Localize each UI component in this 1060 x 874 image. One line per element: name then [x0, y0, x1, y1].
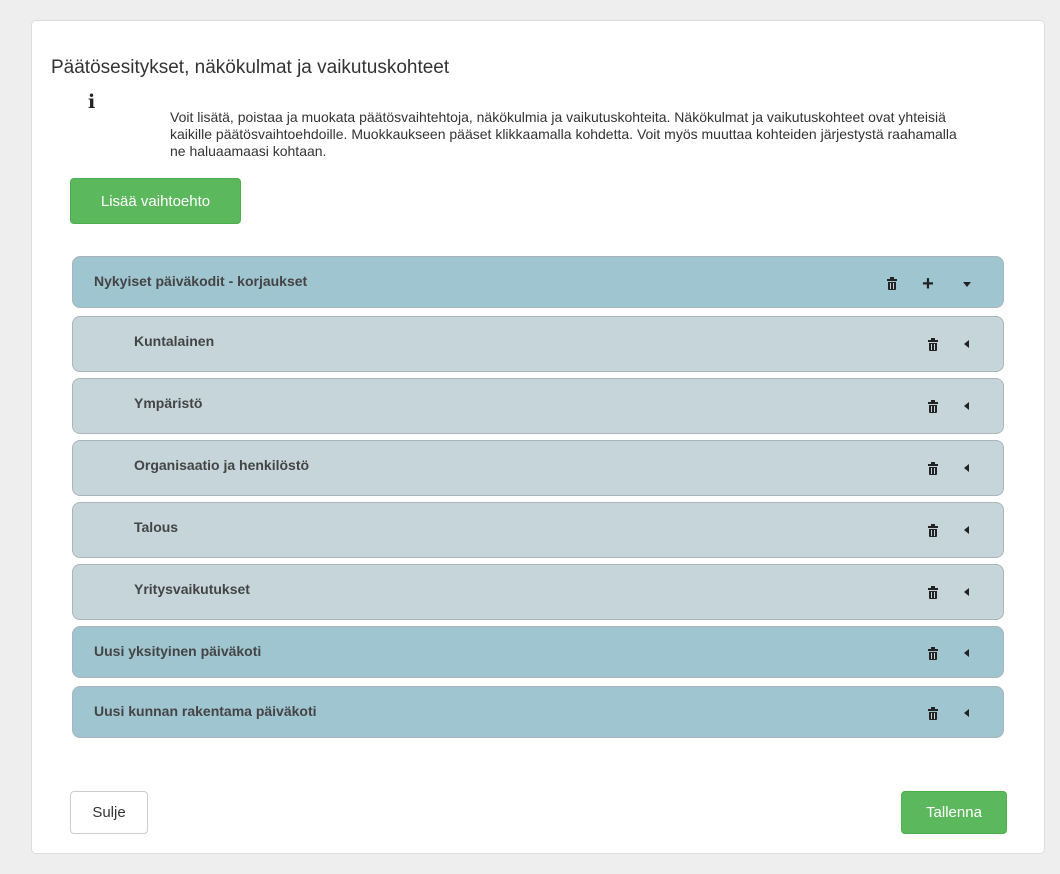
perspective-label: Kuntalainen [134, 333, 215, 349]
perspective-row[interactable]: Organisaatio ja henkilöstö [72, 440, 1004, 496]
caret-left-icon[interactable] [964, 464, 969, 472]
perspective-row[interactable]: Yritysvaikutukset [72, 564, 1004, 620]
trash-icon[interactable] [928, 462, 938, 475]
perspective-label: Yritysvaikutukset [134, 581, 250, 597]
perspective-row[interactable]: Talous [72, 502, 1004, 558]
info-icon: i [88, 91, 96, 113]
option-row[interactable]: Uusi kunnan rakentama päiväkoti [72, 686, 1004, 738]
option-row[interactable]: Nykyiset päiväkodit - korjaukset + [72, 256, 1004, 308]
dialog-title: Päätösesitykset, näkökulmat ja vaikutusk… [51, 57, 450, 78]
caret-down-icon[interactable] [963, 282, 971, 287]
caret-left-icon[interactable] [964, 340, 969, 348]
option-row[interactable]: Uusi yksityinen päiväkoti [72, 626, 1004, 678]
trash-icon[interactable] [928, 400, 938, 413]
info-text: Voit lisätä, poistaa ja muokata päätösva… [170, 109, 957, 159]
caret-left-icon[interactable] [964, 526, 969, 534]
perspective-label: Organisaatio ja henkilöstö [134, 457, 310, 473]
dialog: Päätösesitykset, näkökulmat ja vaikutusk… [31, 20, 1045, 854]
trash-icon[interactable] [928, 524, 938, 537]
trash-icon[interactable] [928, 647, 938, 660]
caret-left-icon[interactable] [964, 402, 969, 410]
option-label: Uusi kunnan rakentama päiväkoti [94, 703, 317, 719]
add-option-button[interactable]: Lisää vaihtoehto [70, 178, 241, 224]
plus-icon[interactable]: + [921, 274, 935, 294]
trash-icon[interactable] [928, 586, 938, 599]
trash-icon[interactable] [887, 277, 897, 290]
caret-left-icon[interactable] [964, 588, 969, 596]
perspective-row[interactable]: Ympäristö [72, 378, 1004, 434]
trash-icon[interactable] [928, 338, 938, 351]
trash-icon[interactable] [928, 707, 938, 720]
save-button[interactable]: Tallenna [901, 791, 1007, 834]
perspective-label: Ympäristö [134, 395, 203, 411]
perspective-label: Talous [134, 519, 179, 535]
option-label: Uusi yksityinen päiväkoti [94, 643, 262, 659]
caret-left-icon[interactable] [964, 649, 969, 657]
close-button[interactable]: Sulje [70, 791, 148, 834]
perspective-row[interactable]: Kuntalainen [72, 316, 1004, 372]
caret-left-icon[interactable] [964, 709, 969, 717]
option-label: Nykyiset päiväkodit - korjaukset [94, 273, 308, 289]
